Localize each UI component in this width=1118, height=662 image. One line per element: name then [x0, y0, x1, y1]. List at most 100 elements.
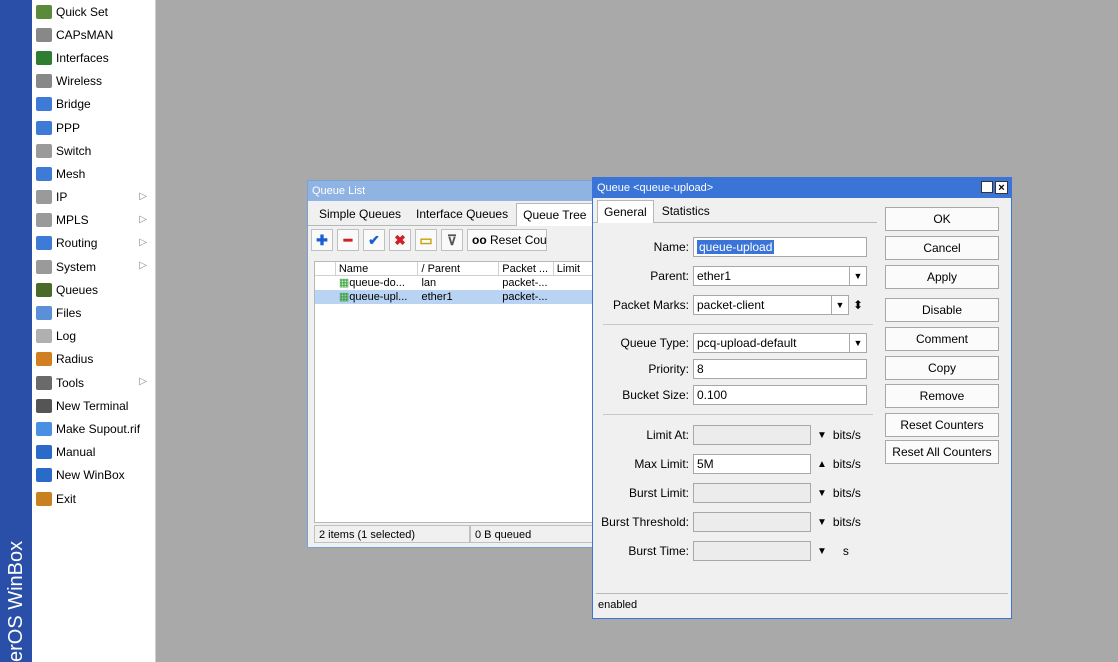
reset-counters-button[interactable]: oo Reset Coun — [467, 229, 547, 251]
max-limit-label: Max Limit: — [634, 457, 689, 471]
expand-down-icon[interactable]: ▼ — [817, 488, 827, 499]
burst-threshold-field[interactable] — [693, 512, 811, 532]
menu-item-capsman[interactable]: CAPsMAN — [32, 23, 155, 46]
comment-icon[interactable]: ▭ — [415, 229, 437, 251]
dropdown-icon[interactable]: ▼ — [831, 296, 848, 314]
queue-dialog: Queue <queue-upload> × General Statistic… — [592, 177, 1012, 619]
disable-button[interactable]: Disable — [885, 298, 999, 322]
menu-item-ppp[interactable]: PPP — [32, 116, 155, 139]
menu-item-system[interactable]: System ▷ — [32, 255, 155, 278]
disable-icon[interactable]: ✖ — [389, 229, 411, 251]
ok-button[interactable]: OK — [885, 207, 999, 231]
enable-icon[interactable]: ✔ — [363, 229, 385, 251]
menu-item-label: Tools — [56, 375, 85, 390]
table-row[interactable]: ▦queue-upl... ether1 packet-... — [315, 290, 599, 304]
dropdown-icon[interactable]: ▼ — [849, 267, 866, 285]
ip-icon — [36, 190, 52, 205]
menu-item-bridge[interactable]: Bridge — [32, 93, 155, 116]
copy-button[interactable]: Copy — [885, 356, 999, 380]
burst-threshold-unit: bits/s — [832, 515, 861, 529]
limit-at-field[interactable] — [693, 425, 811, 445]
menu-item-routing[interactable]: Routing ▷ — [32, 232, 155, 255]
row-packet: packet-... — [502, 291, 548, 303]
menu-item-interfaces[interactable]: Interfaces — [32, 46, 155, 69]
brand-text: erOS WinBox — [5, 540, 27, 662]
row-packet: packet-... — [502, 277, 548, 289]
row-flag — [315, 276, 336, 290]
col-name[interactable]: Name — [335, 262, 419, 276]
max-limit-field[interactable]: 5M — [693, 454, 811, 474]
menu-item-switch[interactable]: Switch — [32, 139, 155, 162]
expand-down-icon[interactable]: ▼ — [817, 517, 827, 528]
menu-item-make-supout-rif[interactable]: Make Supout.rif — [32, 417, 155, 440]
submenu-arrow-icon: ▷ — [139, 190, 147, 202]
menu-item-tools[interactable]: Tools ▷ — [32, 371, 155, 394]
parent-value: ether1 — [697, 269, 732, 283]
reset-counters-button[interactable]: Reset Counters — [885, 413, 999, 437]
packet-marks-select[interactable]: packet-client ▼ — [693, 295, 849, 315]
expand-down-icon[interactable]: ▼ — [817, 546, 827, 557]
filter-icon[interactable]: ⊽ — [441, 229, 463, 251]
apply-button[interactable]: Apply — [885, 265, 999, 289]
menu-item-mesh[interactable]: Mesh — [32, 162, 155, 185]
menu-item-label: Wireless — [56, 74, 103, 89]
updown-icon[interactable]: ⬍ — [853, 298, 863, 312]
burst-limit-field[interactable] — [693, 483, 811, 503]
menu-item-label: Files — [56, 306, 82, 321]
menu-item-label: System — [56, 259, 97, 274]
bucket-size-label: Bucket Size: — [622, 388, 689, 402]
menu-item-label: CAPsMAN — [56, 27, 114, 42]
tab-interface-queues[interactable]: Interface Queues — [409, 202, 515, 225]
menu-item-log[interactable]: Log — [32, 325, 155, 348]
queue-type-select[interactable]: pcq-upload-default ▼ — [693, 333, 867, 353]
parent-select[interactable]: ether1 ▼ — [693, 266, 867, 286]
menu-item-quick-set[interactable]: Quick Set — [32, 0, 155, 23]
menu-item-mpls[interactable]: MPLS ▷ — [32, 209, 155, 232]
menu-item-manual[interactable]: Manual — [32, 441, 155, 464]
priority-field[interactable]: 8 — [693, 359, 867, 379]
add-icon[interactable]: ✚ — [311, 229, 333, 251]
queue-list-title[interactable]: Queue List — [308, 181, 606, 201]
menu-item-label: Log — [56, 329, 77, 344]
tab-simple-queues[interactable]: Simple Queues — [312, 202, 408, 225]
remove-button[interactable]: Remove — [885, 384, 999, 408]
row-name-text: queue-do... — [349, 277, 405, 289]
dropdown-icon[interactable]: ▼ — [849, 334, 866, 352]
queue-dialog-title[interactable]: Queue <queue-upload> × — [593, 178, 1011, 198]
close-icon[interactable]: × — [995, 181, 1008, 194]
menu-item-exit[interactable]: Exit — [32, 487, 155, 510]
tab-statistics[interactable]: Statistics — [655, 199, 717, 222]
cancel-button[interactable]: Cancel — [885, 236, 999, 260]
col-packet[interactable]: Packet ... — [499, 262, 554, 276]
table-row[interactable]: ▦queue-do... lan packet-... — [315, 276, 599, 290]
menu-item-radius[interactable]: Radius — [32, 348, 155, 371]
log-icon — [36, 329, 52, 344]
collapse-up-icon[interactable]: ▲ — [817, 459, 827, 470]
form-divider — [603, 414, 873, 415]
tab-general[interactable]: General — [597, 200, 654, 223]
comment-button[interactable]: Comment — [885, 327, 999, 351]
bucket-size-field[interactable]: 0.100 — [693, 385, 867, 405]
general-form: Name: queue-upload Parent: ether1 ▼ Packe… — [593, 223, 881, 593]
expand-down-icon[interactable]: ▼ — [817, 430, 827, 441]
menu-item-label: Manual — [56, 445, 96, 460]
priority-label: Priority: — [648, 362, 689, 376]
menu-item-new-winbox[interactable]: New WinBox — [32, 464, 155, 487]
restore-icon[interactable] — [981, 181, 993, 193]
burst-time-field[interactable] — [693, 541, 811, 561]
menu-item-files[interactable]: Files — [32, 301, 155, 324]
menu-item-queues[interactable]: Queues — [32, 278, 155, 301]
row-parent: lan — [421, 277, 437, 289]
menu-item-wireless[interactable]: Wireless — [32, 70, 155, 93]
name-label: Name: — [653, 240, 689, 254]
menu-item-ip[interactable]: IP ▷ — [32, 186, 155, 209]
tab-queue-tree[interactable]: Queue Tree — [516, 203, 594, 226]
submenu-arrow-icon: ▷ — [139, 213, 147, 225]
menu-item-new-terminal[interactable]: New Terminal — [32, 394, 155, 417]
col-parent[interactable]: / Parent — [418, 262, 500, 276]
packet-marks-row: Packet Marks: packet-client ▼ ⬍ — [593, 294, 863, 316]
name-field[interactable]: queue-upload — [693, 237, 867, 257]
row-parent: ether1 — [421, 291, 453, 303]
reset-all-counters-button[interactable]: Reset All Counters — [885, 440, 999, 464]
remove-icon[interactable]: ━ — [337, 229, 359, 251]
